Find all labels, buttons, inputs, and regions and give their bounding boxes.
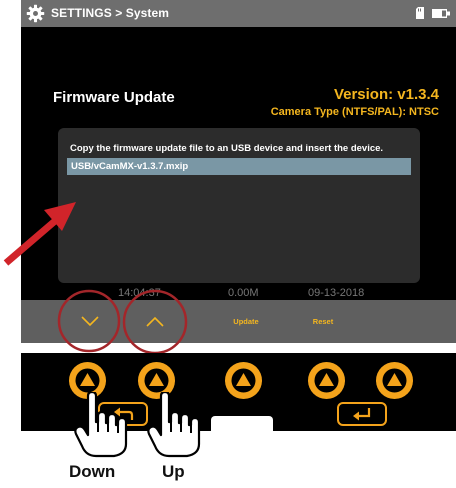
instruction-text: Copy the firmware update file to an USB … [70, 143, 384, 154]
hardware-button-4[interactable] [308, 362, 345, 399]
status-time: 14:04:37 [118, 287, 161, 299]
softkey-reset-button[interactable]: Reset [302, 300, 344, 343]
enter-key[interactable] [337, 402, 387, 426]
camera-screen: SETTINGS > System Firmware Update Versio… [21, 0, 456, 343]
chevron-down-icon [81, 316, 99, 327]
pointing-hand-icon [147, 392, 201, 458]
caption-up: Up [162, 462, 185, 481]
triangle-up-icon [75, 368, 100, 393]
status-date: 09-13-2018 [308, 287, 365, 299]
page-title: Firmware Update [53, 89, 175, 106]
triangle-up-icon [314, 368, 339, 393]
file-list-panel: Copy the firmware update file to an USB … [58, 128, 420, 283]
title-bar: SETTINGS > System [21, 0, 456, 27]
camera-type-label: Camera Type (NTFS/PAL): NTSC [270, 106, 439, 118]
triangle-up-icon [231, 368, 256, 393]
caption-down: Down [69, 462, 116, 481]
enter-arrow-icon [353, 408, 371, 421]
battery-icon [432, 9, 450, 18]
file-name: USB/vCamMX-v1.3.7.mxip [71, 161, 189, 172]
triangle-up-icon [382, 368, 407, 393]
status-size: 0.00M [228, 287, 259, 299]
version-label: Version: v1.3.4 [333, 86, 439, 103]
sd-card-icon [416, 7, 424, 19]
softkey-down-button[interactable] [67, 300, 113, 343]
hardware-button-3[interactable] [225, 362, 262, 399]
gear-icon [26, 4, 45, 23]
pointing-hand-icon [74, 392, 128, 458]
chevron-up-icon [146, 316, 164, 327]
breadcrumb: SETTINGS > System [51, 6, 170, 20]
file-list-item-selected[interactable]: USB/vCamMX-v1.3.7.mxip [67, 158, 411, 175]
triangle-up-icon [144, 368, 169, 393]
hardware-button-5[interactable] [376, 362, 413, 399]
bar-notch [211, 416, 273, 432]
softkey-up-button[interactable] [132, 300, 178, 343]
softkey-update-button[interactable]: Update [221, 300, 271, 343]
softkey-bar: Update Reset [21, 300, 456, 343]
status-line: 14:04:37 0.00M 09-13-2018 [21, 284, 456, 300]
